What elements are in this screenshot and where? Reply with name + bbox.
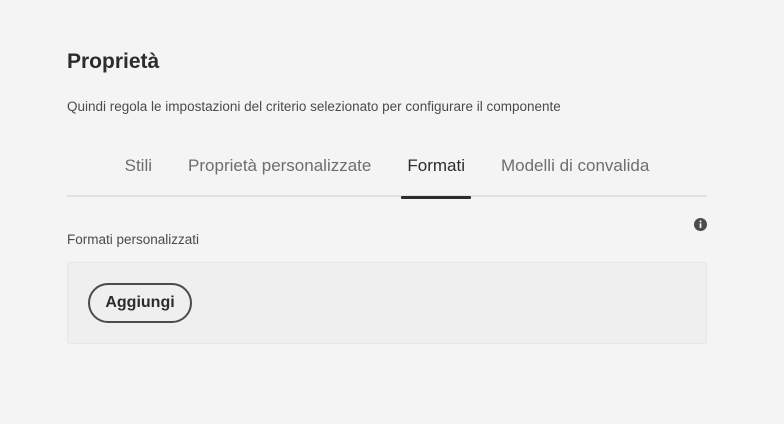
tab-list: Stili Proprietà personalizzate Formati M… bbox=[67, 150, 707, 199]
section-title: Proprietà bbox=[67, 50, 160, 73]
tab-formati[interactable]: Formati bbox=[401, 150, 471, 199]
add-button[interactable]: Aggiungi bbox=[88, 283, 192, 323]
custom-formats-multifield: Aggiungi bbox=[67, 262, 707, 344]
tab-modelli-di-convalida[interactable]: Modelli di convalida bbox=[501, 150, 649, 197]
tab-proprieta-personalizzate[interactable]: Proprietà personalizzate bbox=[188, 150, 371, 197]
section-description: Quindi regola le impostazioni del criter… bbox=[67, 99, 561, 114]
custom-formats-label: Formati personalizzati bbox=[67, 232, 200, 247]
info-circle-icon[interactable] bbox=[694, 218, 707, 231]
tab-stili[interactable]: Stili bbox=[125, 150, 152, 197]
properties-panel: Proprietà Quindi regola le impostazioni … bbox=[67, 0, 707, 424]
